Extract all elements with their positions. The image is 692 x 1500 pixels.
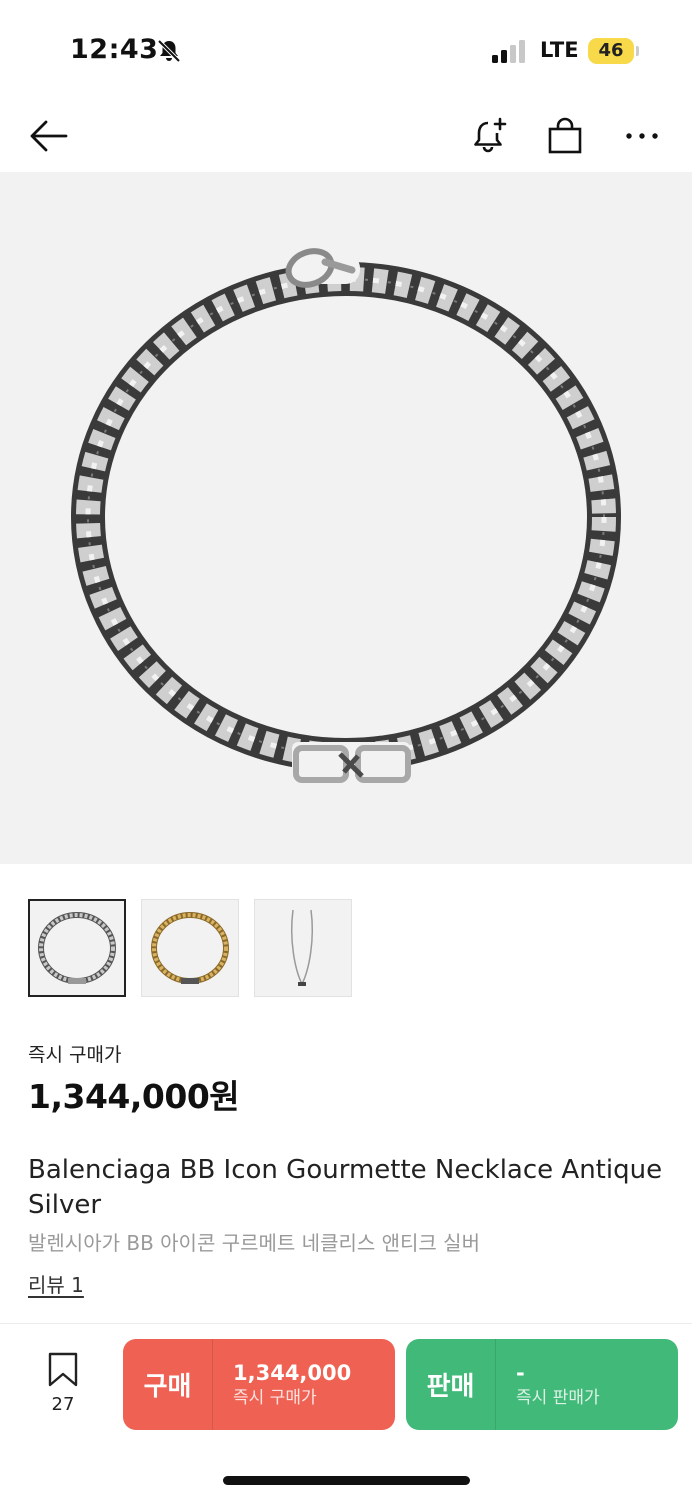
thumbnail-gold[interactable] [141, 899, 239, 997]
more-icon[interactable] [618, 112, 666, 160]
buy-button-price: 1,344,000 [233, 1360, 352, 1385]
thumbnail-silver[interactable] [28, 899, 126, 997]
bell-off-icon [156, 38, 182, 64]
bookmark-icon [48, 1352, 78, 1387]
review-link[interactable]: 리뷰 1 [28, 1269, 84, 1298]
battery-tip [636, 46, 639, 56]
buy-button[interactable]: 구매 1,344,000 즉시 구매가 [123, 1339, 395, 1430]
thumbnail-strip [28, 899, 352, 997]
home-indicator[interactable] [223, 1476, 470, 1485]
battery-icon: 46 [588, 38, 634, 64]
sell-button-details: - 즉시 판매가 [496, 1339, 600, 1430]
buy-button-sub: 즉시 구매가 [233, 1387, 317, 1408]
product-subtitle: 발렌시아가 BB 아이콘 구르메트 네클리스 앤티크 실버 [28, 1231, 480, 1255]
buy-button-label: 구매 [123, 1339, 213, 1430]
product-main-image[interactable] [0, 172, 692, 864]
wishlist-count: 27 [51, 1394, 75, 1415]
status-time: 12:43 [70, 34, 159, 65]
network-label: LTE [540, 38, 579, 62]
shopping-bag-icon[interactable] [541, 112, 589, 160]
thumbnail-long-chain[interactable] [254, 899, 352, 997]
status-bar: 12:43 LTE 46 [0, 0, 692, 100]
sell-button-sub: 즉시 판매가 [516, 1387, 600, 1408]
sell-button-price: - [516, 1360, 525, 1385]
price-label: 즉시 구매가 [28, 1044, 122, 1066]
sell-button[interactable]: 판매 - 즉시 판매가 [406, 1339, 678, 1430]
bottom-action-bar: 27 구매 1,344,000 즉시 구매가 판매 - 즉시 판매가 [0, 1323, 692, 1500]
signal-icon [492, 40, 528, 64]
nav-bar [0, 100, 692, 172]
product-title: Balenciaga BB Icon Gourmette Necklace An… [28, 1155, 663, 1220]
wishlist-button[interactable]: 27 [40, 1352, 86, 1415]
buy-button-details: 1,344,000 즉시 구매가 [213, 1339, 351, 1430]
sell-button-label: 판매 [406, 1339, 496, 1430]
price-value: 1,344,000원 [28, 1077, 240, 1116]
bell-plus-icon[interactable] [464, 112, 512, 160]
back-arrow-icon[interactable] [24, 112, 72, 160]
